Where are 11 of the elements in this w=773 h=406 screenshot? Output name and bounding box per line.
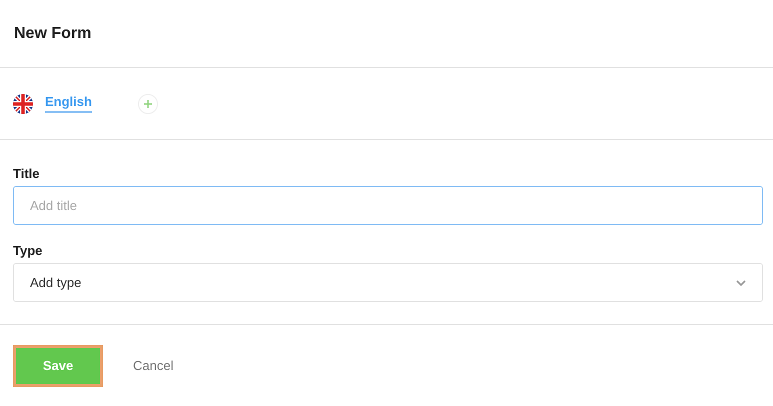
- add-language-button[interactable]: [138, 94, 158, 114]
- cancel-button[interactable]: Cancel: [129, 354, 178, 377]
- field-label: Type: [13, 243, 44, 258]
- chevron-down-icon: [736, 280, 746, 286]
- type-dropdown[interactable]: Add type: [13, 263, 763, 302]
- field-label: Title: [13, 166, 40, 181]
- form-title: New Form: [14, 24, 92, 42]
- flag-icon: [13, 94, 33, 114]
- title-input[interactable]: Add title: [13, 186, 763, 225]
- language-tab[interactable]: English: [45, 94, 92, 113]
- plus-icon: [142, 98, 153, 108]
